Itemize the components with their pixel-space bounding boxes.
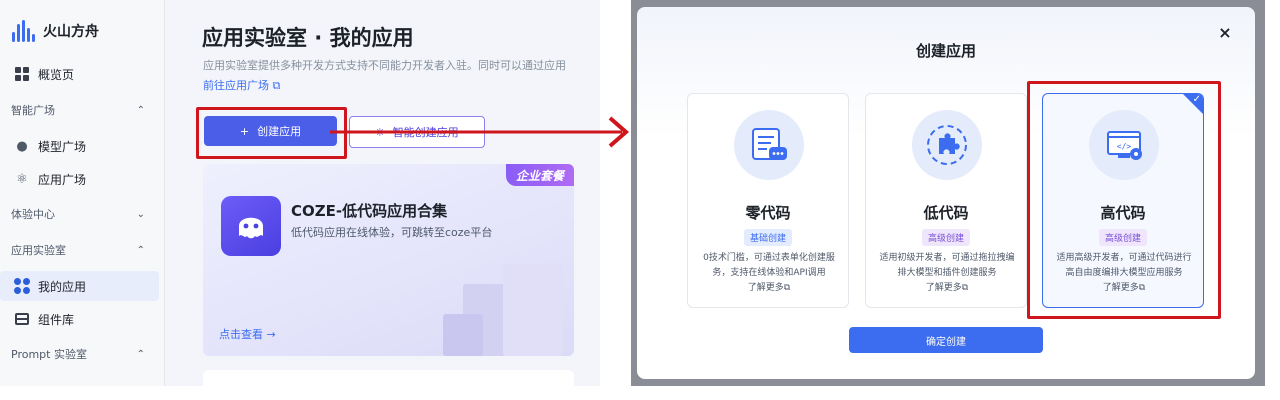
brand-name: 火山方舟 xyxy=(43,24,99,40)
coze-card-title: COZE-低代码应用合集 xyxy=(291,202,448,220)
app-square-link-label: 前往应用广场 xyxy=(203,79,269,92)
external-link-icon: ⧉ xyxy=(961,283,969,293)
sidebar-group-label: 智能广场 xyxy=(11,104,55,117)
coze-logo-icon xyxy=(221,196,281,256)
option-description: 适用初级开发者，可通过拖拉拽编排大模型和插件创建服务 了解更多⧉ xyxy=(876,251,1018,296)
form-chat-icon xyxy=(734,110,804,180)
view-link[interactable]: 点击查看 → xyxy=(219,326,276,342)
lightbulb-icon: ● xyxy=(16,138,28,154)
sidebar-item-label: 模型广场 xyxy=(38,139,87,154)
sidebar-item-model-square[interactable]: ● 模型广场 xyxy=(0,131,159,161)
arrow-right-icon xyxy=(330,116,630,148)
dashboard-icon xyxy=(14,66,30,82)
sidebar-item-my-apps[interactable]: 我的应用 xyxy=(0,271,159,301)
external-link-icon: ⧉ xyxy=(783,283,791,293)
option-title: 零代码 xyxy=(745,204,791,222)
sidebar-item-components[interactable]: 组件库 xyxy=(0,304,159,334)
apps-icon xyxy=(14,278,30,294)
app-square-link[interactable]: 前往应用广场 ⧉ xyxy=(203,77,280,93)
option-description-text: 0技术门槛，可通过表单化创建服务，支持在线体验和API调用 xyxy=(703,253,835,278)
close-icon[interactable]: × xyxy=(1215,23,1235,43)
decorative-block xyxy=(443,314,483,356)
sidebar-item-label: 应用广场 xyxy=(38,172,87,187)
option-tag: 高级创建 xyxy=(921,229,971,246)
sidebar-item-label: 组件库 xyxy=(38,312,75,327)
sidebar-group-smart-square[interactable]: 智能广场 ⌃ xyxy=(0,98,159,122)
external-link-icon: ⧉ xyxy=(272,79,281,92)
sidebar-item-overview[interactable]: 概览页 xyxy=(0,59,159,89)
component-box-icon xyxy=(14,311,30,327)
page-description: 应用实验室提供多种开发方式支持不同能力开发者入驻。同时可以通过应用 xyxy=(203,59,566,72)
learn-more-link[interactable]: 了解更多⧉ xyxy=(748,283,790,293)
coze-app-card[interactable]: 企业套餐 COZE-低代码应用合集 低代码应用在线体验，可跳转至coze平台 点… xyxy=(203,164,574,356)
confirm-create-button[interactable]: 确定创建 xyxy=(849,327,1043,353)
left-screenshot: 火山方舟 概览页 智能广场 ⌃ ● 模型广场 ⚛ 应用广场 体验中心 ⌄ 应用实… xyxy=(0,0,600,386)
dialog-title: 创建应用 xyxy=(915,42,976,60)
learn-more-label: 了解更多 xyxy=(925,283,962,293)
option-tag: 基础创建 xyxy=(743,229,793,246)
page-title: 应用实验室 · 我的应用 xyxy=(202,26,414,50)
sidebar-group-experience[interactable]: 体验中心 ⌄ xyxy=(0,202,159,226)
decorative-block xyxy=(503,264,563,356)
puzzle-icon xyxy=(912,110,982,180)
enterprise-badge: 企业套餐 xyxy=(506,164,574,186)
sidebar-item-label: 我的应用 xyxy=(38,279,87,294)
brand-logo-icon xyxy=(12,20,35,42)
chevron-up-icon: ⌃ xyxy=(136,244,145,256)
chevron-up-icon: ⌃ xyxy=(136,348,145,360)
sidebar-group-label: 体验中心 xyxy=(11,208,55,221)
option-description-text: 适用初级开发者，可通过拖拉拽编排大模型和插件创建服务 xyxy=(879,253,1015,278)
sidebar-group-label: 应用实验室 xyxy=(11,244,66,257)
option-no-code[interactable]: 零代码 基础创建 0技术门槛，可通过表单化创建服务，支持在线体验和API调用 了… xyxy=(687,93,849,308)
chevron-down-icon: ⌄ xyxy=(136,208,145,220)
next-card xyxy=(203,370,574,386)
sidebar-item-label: 概览页 xyxy=(38,67,75,82)
highlight-box xyxy=(1027,81,1221,319)
highlight-box xyxy=(196,107,347,159)
sidebar-group-label: Prompt 实验室 xyxy=(11,348,87,361)
atom-icon: ⚛ xyxy=(16,171,28,187)
learn-more-link[interactable]: 了解更多⧉ xyxy=(926,283,968,293)
brand[interactable]: 火山方舟 xyxy=(12,20,99,42)
main-content: 应用实验室 · 我的应用 应用实验室提供多种开发方式支持不同能力开发者入驻。同时… xyxy=(166,0,600,386)
sidebar: 火山方舟 概览页 智能广场 ⌃ ● 模型广场 ⚛ 应用广场 体验中心 ⌄ 应用实… xyxy=(0,0,165,386)
chevron-up-icon: ⌃ xyxy=(136,104,145,116)
option-low-code[interactable]: 低代码 高级创建 适用初级开发者，可通过拖拉拽编排大模型和插件创建服务 了解更多… xyxy=(865,93,1027,308)
option-description: 0技术门槛，可通过表单化创建服务，支持在线体验和API调用 了解更多⧉ xyxy=(698,251,840,296)
learn-more-label: 了解更多 xyxy=(747,283,784,293)
sidebar-item-app-square[interactable]: ⚛ 应用广场 xyxy=(0,164,159,194)
coze-card-description: 低代码应用在线体验，可跳转至coze平台 xyxy=(291,226,493,239)
option-title: 低代码 xyxy=(923,204,969,222)
sidebar-group-prompt-lab[interactable]: Prompt 实验室 ⌃ xyxy=(0,342,159,366)
sidebar-group-app-lab[interactable]: 应用实验室 ⌃ xyxy=(0,238,159,262)
